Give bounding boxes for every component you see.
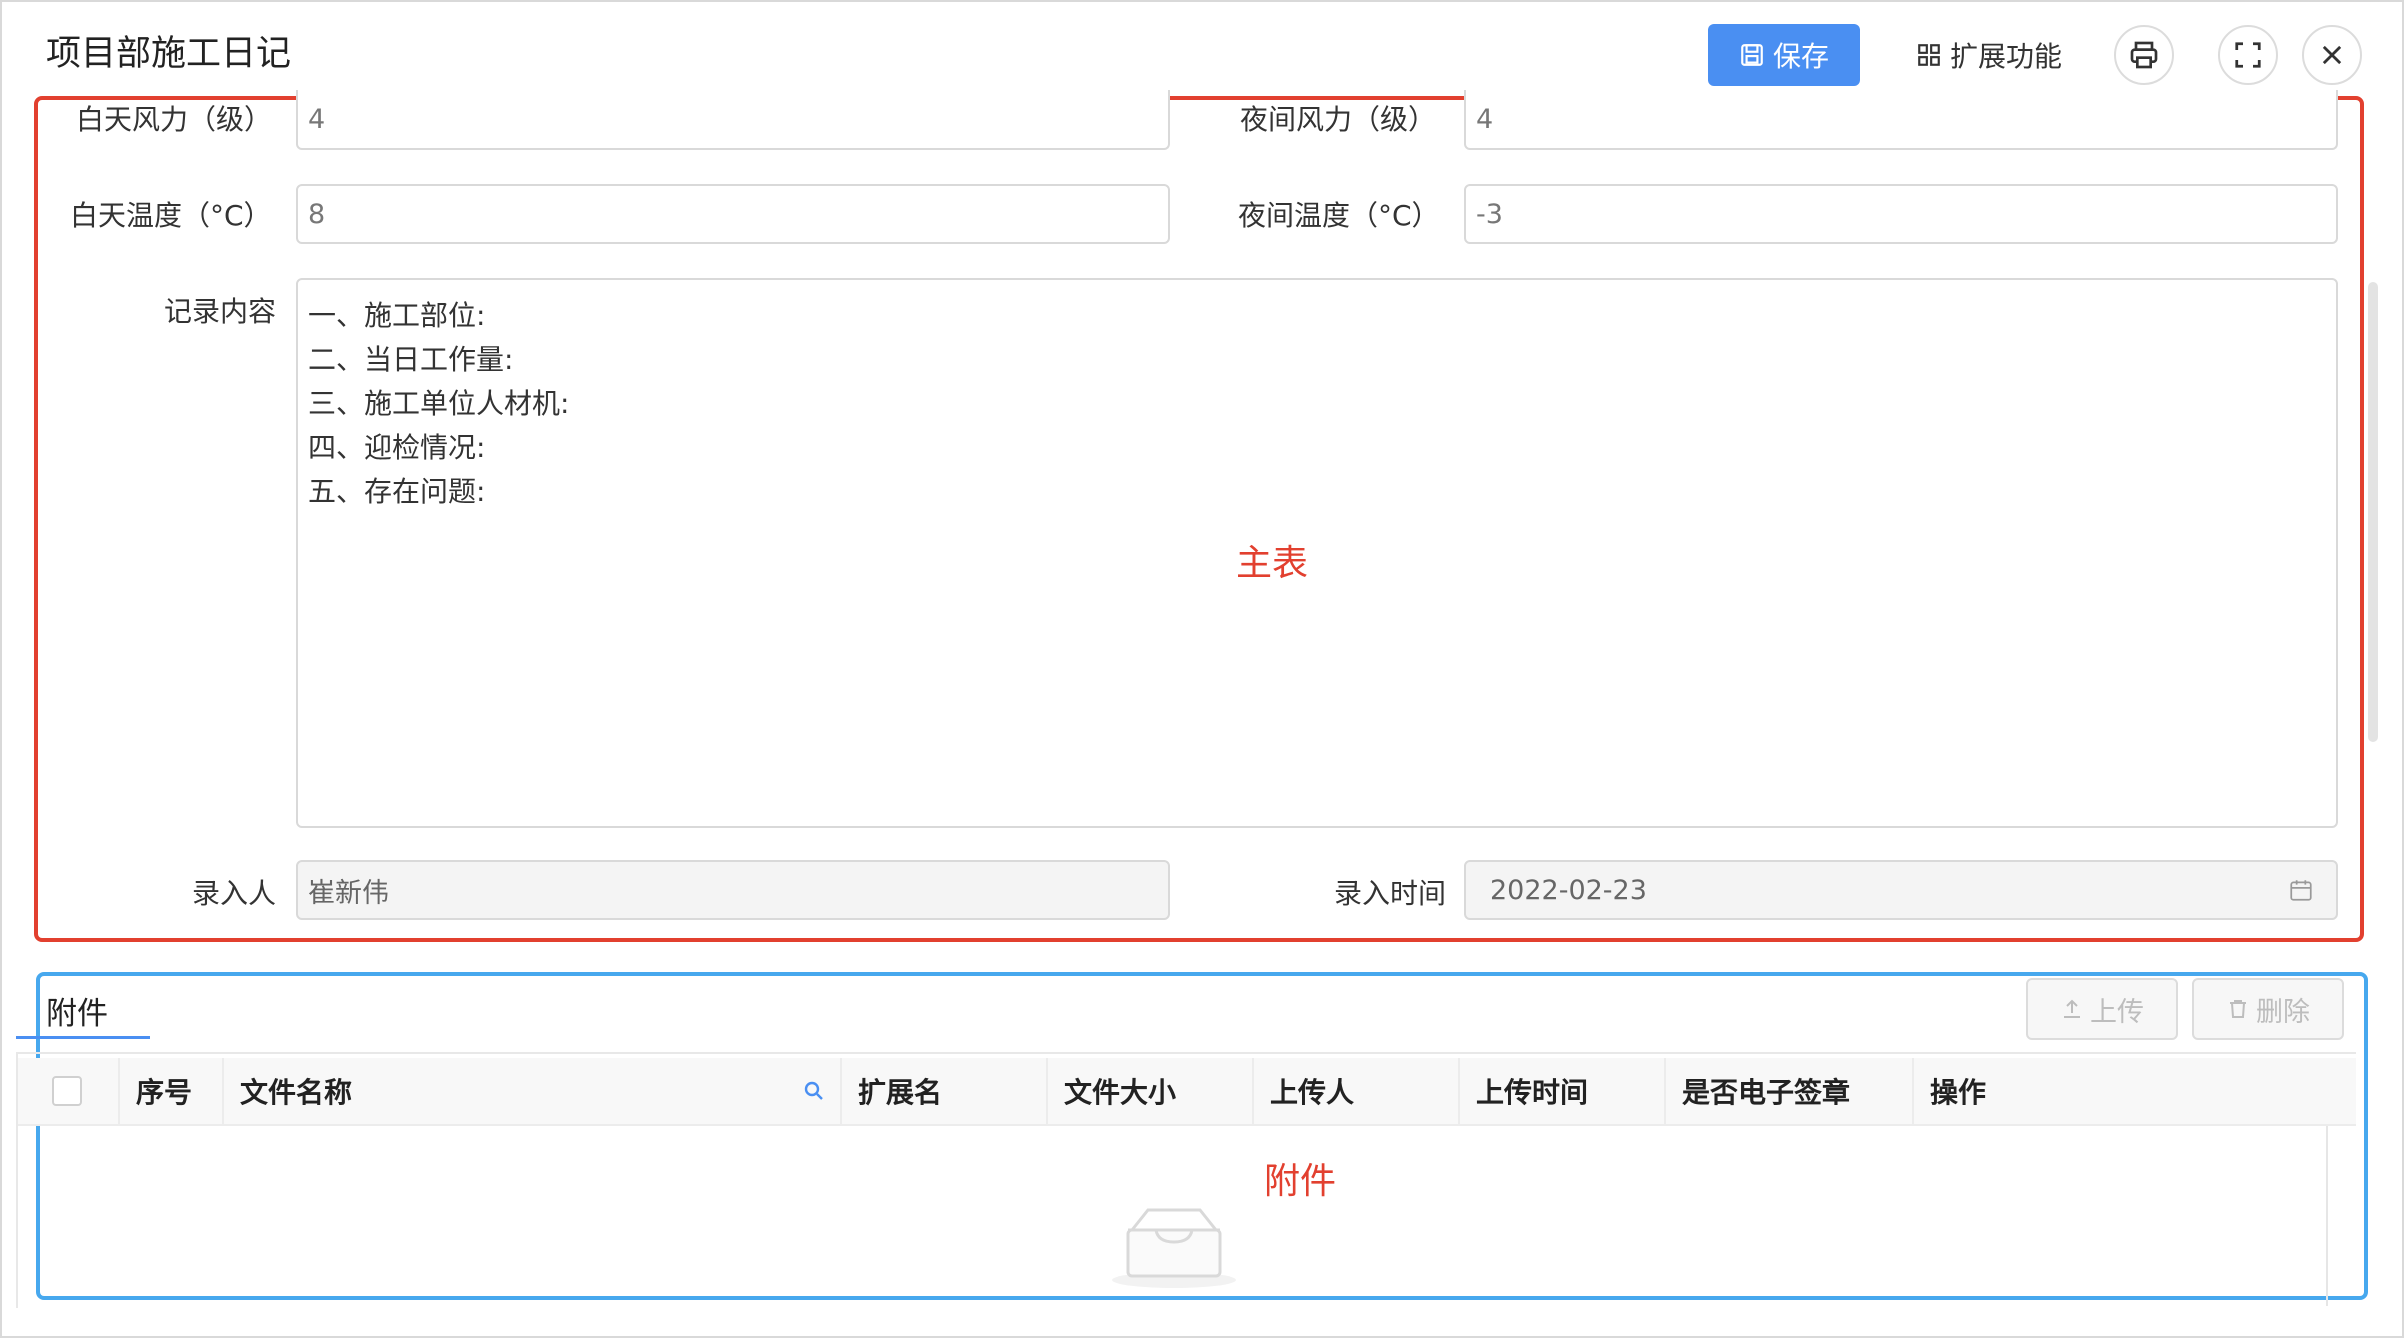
night-wind-value: 4 <box>1476 103 1494 135</box>
empty-inbox-icon <box>1110 1204 1238 1292</box>
column-header-label: 上传时间 <box>1476 1076 1589 1109</box>
table-left-border <box>16 1054 18 1308</box>
column-header-filename: 文件名称 <box>224 1058 842 1124</box>
form-scrollbar[interactable] <box>2368 282 2378 742</box>
column-header-label: 文件大小 <box>1064 1076 1177 1109</box>
recorder-input: 崔新伟 <box>296 860 1170 920</box>
column-header-extension: 扩展名 <box>842 1058 1048 1124</box>
tab-active-indicator <box>16 1036 150 1039</box>
day-wind-input[interactable]: 4 <box>296 90 1170 150</box>
extension-button[interactable]: 扩展功能 <box>1904 24 2074 86</box>
record-time-value: 2022-02-23 <box>1490 874 1647 906</box>
column-header-esign: 是否电子签章 <box>1666 1058 1914 1124</box>
column-header-label: 上传人 <box>1270 1076 1355 1109</box>
night-wind-label: 夜间风力（级） <box>1239 103 1436 136</box>
day-temp-label: 白天温度（°C） <box>70 199 272 232</box>
record-content-label: 记录内容 <box>163 295 276 328</box>
select-all-cell <box>16 1058 120 1124</box>
record-time-input[interactable]: 2022-02-23 <box>1464 860 2338 920</box>
construction-diary-modal: 项目部施工日记 保存 扩展功能 白天风力（级） 4 夜间风力（级） 4 白天温度… <box>0 0 2404 1338</box>
search-icon[interactable] <box>802 1079 826 1103</box>
delete-button[interactable]: 删除 <box>2192 978 2344 1040</box>
extension-button-label: 扩展功能 <box>1949 40 2062 73</box>
record-line: 四、迎检情况: <box>308 431 486 464</box>
record-line: 二、当日工作量: <box>308 343 514 376</box>
delete-button-label: 删除 <box>2256 996 2310 1028</box>
night-wind-input[interactable]: 4 <box>1464 90 2338 150</box>
recorder-label: 录入人 <box>191 877 276 910</box>
table-scrollbar[interactable] <box>2326 1126 2350 1306</box>
column-header-index: 序号 <box>120 1058 224 1124</box>
day-wind-value: 4 <box>308 103 326 135</box>
day-temp-input[interactable]: 8 <box>296 184 1170 244</box>
save-button[interactable]: 保存 <box>1708 24 1860 86</box>
column-header-upload-time: 上传时间 <box>1460 1058 1666 1124</box>
column-header-label: 扩展名 <box>858 1076 943 1109</box>
column-header-uploader: 上传人 <box>1254 1058 1460 1124</box>
attachments-table-header: 序号 文件名称 扩展名 文件大小 上传人 上传时间 是否电子签章 操作 <box>16 1058 2356 1126</box>
main-table-annotation: 主表 <box>1236 543 1309 584</box>
print-button[interactable] <box>2114 25 2174 85</box>
night-temp-label: 夜间温度（°C） <box>1238 199 1440 232</box>
tab-divider <box>16 1052 2356 1054</box>
recorder-value: 崔新伟 <box>308 877 389 909</box>
upload-button-label: 上传 <box>2090 996 2144 1028</box>
night-temp-input[interactable]: -3 <box>1464 184 2338 244</box>
fullscreen-icon <box>2235 42 2261 68</box>
record-content-textarea[interactable]: 一、施工部位: 二、当日工作量: 三、施工单位人材机: 四、迎检情况: 五、存在… <box>296 278 2338 828</box>
column-header-label: 文件名称 <box>240 1076 353 1109</box>
fullscreen-button[interactable] <box>2218 25 2278 85</box>
page-title: 项目部施工日记 <box>46 34 292 74</box>
record-line: 一、施工部位: <box>308 299 486 332</box>
column-header-size: 文件大小 <box>1048 1058 1254 1124</box>
record-line: 三、施工单位人材机: <box>308 387 570 420</box>
column-header-actions: 操作 <box>1914 1058 2356 1124</box>
upload-button[interactable]: 上传 <box>2026 978 2178 1040</box>
column-header-label: 是否电子签章 <box>1682 1076 1851 1109</box>
record-line: 五、存在问题: <box>308 475 486 508</box>
tab-attachments[interactable]: 附件 <box>46 988 108 1033</box>
calendar-icon <box>2290 880 2312 901</box>
attachments-annotation: 附件 <box>1264 1161 1337 1202</box>
night-temp-value: -3 <box>1476 198 1503 230</box>
record-time-label: 录入时间 <box>1333 877 1446 910</box>
select-all-checkbox[interactable] <box>52 1076 82 1106</box>
close-icon <box>2322 45 2342 65</box>
day-wind-label: 白天风力（级） <box>76 103 273 136</box>
save-button-label: 保存 <box>1772 40 1829 73</box>
printer-icon <box>2130 41 2158 69</box>
save-icon <box>1741 44 1763 66</box>
close-button[interactable] <box>2302 25 2362 85</box>
day-temp-value: 8 <box>308 198 326 230</box>
column-header-label: 序号 <box>136 1076 193 1109</box>
trash-icon <box>2230 1000 2246 1018</box>
upload-icon <box>2064 999 2080 1018</box>
apps-icon <box>1918 44 1940 66</box>
column-header-label: 操作 <box>1930 1076 1987 1109</box>
